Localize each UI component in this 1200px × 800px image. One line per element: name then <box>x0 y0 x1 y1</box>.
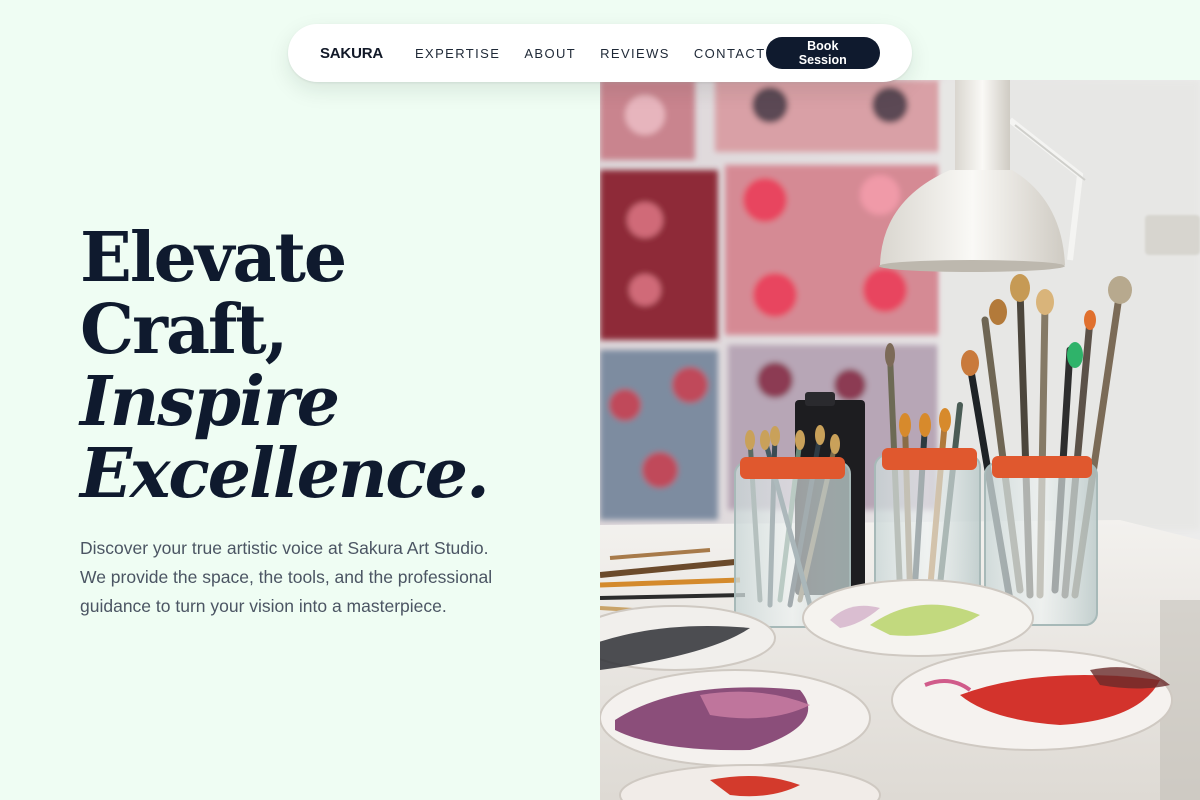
studio-photo-illustration <box>600 80 1200 800</box>
hero-title-line-1: Elevate <box>80 218 347 298</box>
hero-image <box>600 80 1200 800</box>
nav-link-contact[interactable]: CONTACT <box>694 46 766 61</box>
nav-link-reviews[interactable]: REVIEWS <box>600 46 670 61</box>
nav-links: EXPERTISE ABOUT REVIEWS CONTACT <box>415 46 766 61</box>
hero-title: Elevate Craft, Inspire Excellence. <box>80 218 490 514</box>
hero-description: Discover your true artistic voice at Sak… <box>80 538 493 616</box>
nav-link-about[interactable]: ABOUT <box>524 46 576 61</box>
hero-title-line-4: Excellence. <box>80 434 490 514</box>
hero-title-line-2: Craft, <box>80 290 288 370</box>
hero-title-line-3: Inspire <box>80 362 340 442</box>
brand-logo[interactable]: SAKURA <box>320 45 383 62</box>
top-nav: SAKURA EXPERTISE ABOUT REVIEWS CONTACT B… <box>288 24 912 82</box>
nav-link-expertise[interactable]: EXPERTISE <box>415 46 500 61</box>
book-session-button[interactable]: Book Session <box>765 37 880 69</box>
